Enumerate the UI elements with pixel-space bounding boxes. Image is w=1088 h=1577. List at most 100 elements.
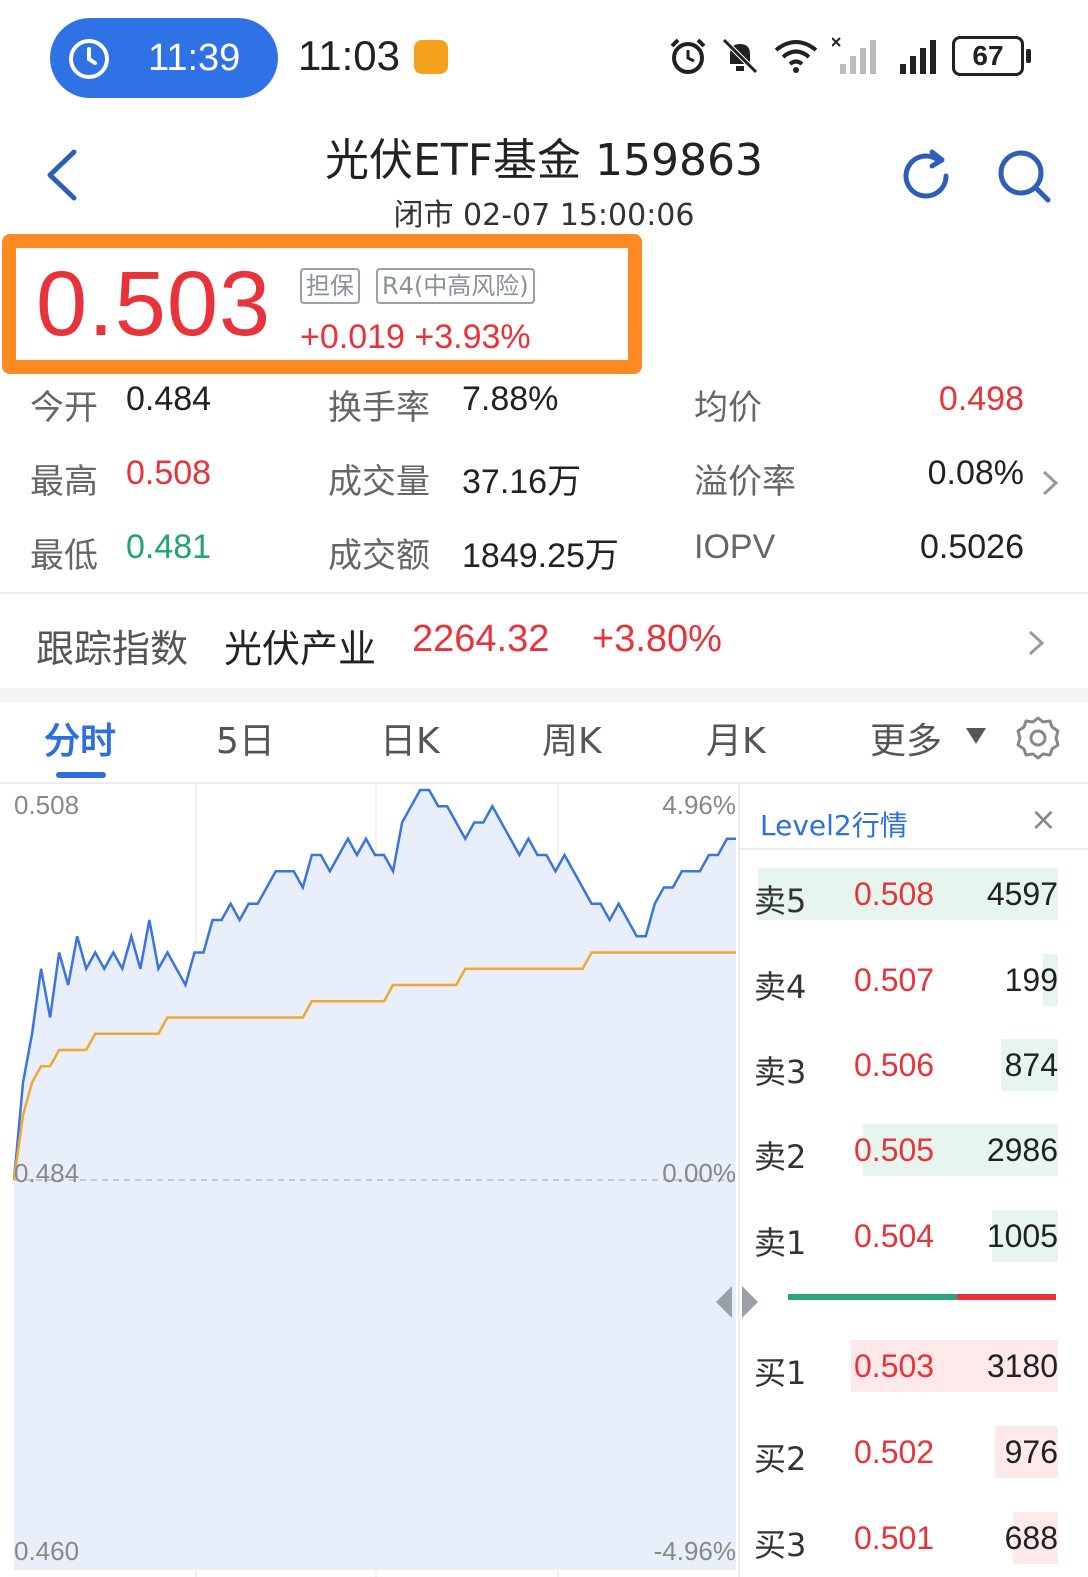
call-timer-pill[interactable]: 11:39 bbox=[50, 18, 278, 98]
ask-price: 0.505 bbox=[854, 1132, 935, 1168]
ask-row[interactable]: 卖5 0.508 4597 bbox=[740, 868, 1088, 920]
turnover-label: 换手率 bbox=[328, 389, 430, 427]
status-bar: 11:39 11:03 67 bbox=[0, 0, 1088, 115]
signal-icon bbox=[832, 37, 876, 74]
bid-row[interactable]: 买3 0.501 688 bbox=[740, 1512, 1088, 1564]
bid-label: 买3 bbox=[754, 1526, 807, 1564]
y-axis-right-mid-label: 0.00% bbox=[662, 1158, 736, 1188]
tab-intraday[interactable]: 分时 bbox=[44, 712, 116, 764]
intraday-chart[interactable]: 0.508 0.484 0.460 4.96% 0.00% -4.96% bbox=[0, 784, 740, 1577]
status-icons: 67 bbox=[668, 36, 1031, 76]
change-percent: +3.93% bbox=[414, 318, 531, 356]
ask-volume: 4597 bbox=[986, 876, 1058, 912]
intraday-chart-svg bbox=[12, 784, 736, 1577]
signal-4g-icon bbox=[900, 40, 936, 74]
chevron-right-icon[interactable] bbox=[1026, 628, 1046, 658]
order-book-panel: Level2行情 × 卖5 0.508 4597 卖4 0.507 199 卖3… bbox=[716, 784, 1088, 1577]
bid-volume: 688 bbox=[1004, 1520, 1058, 1556]
sell-ratio-segment bbox=[956, 1294, 1056, 1300]
open-label: 今开 bbox=[30, 389, 98, 427]
caret-down-icon[interactable] bbox=[964, 726, 988, 746]
search-icon[interactable] bbox=[994, 146, 1054, 206]
risk-level-tag[interactable]: R4(中高风险) bbox=[376, 268, 535, 304]
volume-value: 37.16万 bbox=[462, 463, 582, 501]
ask-price: 0.507 bbox=[854, 962, 935, 998]
iopv-value: 0.5026 bbox=[920, 528, 1024, 566]
timer-icon bbox=[69, 39, 109, 79]
wifi-icon bbox=[774, 40, 818, 73]
app-notification-icon bbox=[414, 40, 448, 74]
ask-label: 卖2 bbox=[754, 1138, 807, 1176]
bid-price: 0.502 bbox=[854, 1434, 935, 1470]
last-price: 0.503 bbox=[36, 253, 272, 355]
tracking-label: 跟踪指数 bbox=[36, 627, 189, 671]
pill-time: 11:39 bbox=[148, 36, 241, 79]
avg-value: 0.498 bbox=[938, 380, 1024, 418]
tracking-pct: +3.80% bbox=[592, 618, 722, 660]
premium-value: 0.08% bbox=[927, 454, 1024, 492]
refresh-icon[interactable] bbox=[896, 146, 956, 206]
tracking-name: 光伏产业 bbox=[224, 627, 377, 671]
high-value: 0.508 bbox=[126, 454, 212, 492]
bid-label: 买1 bbox=[754, 1354, 807, 1392]
divider bbox=[740, 848, 1088, 850]
mute-icon bbox=[722, 38, 758, 74]
bid-row[interactable]: 买1 0.503 3180 bbox=[740, 1340, 1088, 1392]
premium-label: 溢价率 bbox=[694, 463, 796, 501]
avg-label: 均价 bbox=[694, 389, 762, 427]
tab-more[interactable]: 更多 bbox=[870, 712, 942, 764]
panel-toggle-icon[interactable] bbox=[712, 1284, 762, 1320]
ask-label: 卖4 bbox=[754, 968, 807, 1006]
low-label: 最低 bbox=[30, 537, 98, 575]
ask-label: 卖5 bbox=[754, 882, 807, 920]
price-highlight-box: 0.503 担保 R4(中高风险) +0.019 +3.93% bbox=[2, 234, 642, 374]
ask-label: 卖1 bbox=[754, 1224, 807, 1262]
ask-row[interactable]: 卖2 0.505 2986 bbox=[740, 1124, 1088, 1176]
ask-row[interactable]: 卖1 0.504 1005 bbox=[740, 1210, 1088, 1262]
tab-monthly-k[interactable]: 月K bbox=[706, 712, 766, 764]
collateral-tag: 担保 bbox=[300, 268, 360, 304]
ask-price: 0.508 bbox=[854, 876, 935, 912]
quote-panel: 今开 0.484 换手率 7.88% 均价 0.498 最高 0.508 成交量… bbox=[0, 370, 1088, 590]
bid-row[interactable]: 买2 0.502 976 bbox=[740, 1426, 1088, 1478]
ask-price: 0.506 bbox=[854, 1047, 935, 1083]
open-value: 0.484 bbox=[126, 380, 212, 418]
tab-daily-k[interactable]: 日K bbox=[380, 712, 440, 764]
gear-icon[interactable] bbox=[1014, 714, 1062, 762]
tab-5day[interactable]: 5日 bbox=[216, 712, 275, 764]
amount-label: 成交额 bbox=[328, 537, 430, 575]
y-axis-bottom-label: 0.460 bbox=[14, 1536, 80, 1566]
ask-volume: 1005 bbox=[986, 1218, 1058, 1254]
amount-value: 1849.25万 bbox=[462, 537, 619, 575]
close-icon[interactable]: × bbox=[1030, 800, 1057, 838]
change-amount: +0.019 bbox=[300, 318, 405, 356]
order-book-title: Level2行情 bbox=[760, 809, 908, 842]
turnover-value: 7.88% bbox=[462, 380, 559, 418]
system-time: 11:03 bbox=[298, 32, 400, 79]
chart-period-tabs: 分时 5日 日K 周K 月K 更多 bbox=[0, 692, 1088, 784]
active-tab-indicator bbox=[56, 772, 106, 778]
buy-sell-ratio-bar bbox=[788, 1294, 1056, 1300]
buy-ratio-segment bbox=[788, 1294, 957, 1300]
battery-icon: 67 bbox=[952, 36, 1031, 76]
ask-price: 0.504 bbox=[854, 1218, 935, 1254]
volume-label: 成交量 bbox=[328, 463, 430, 501]
ask-row[interactable]: 卖3 0.506 874 bbox=[740, 1039, 1088, 1091]
tracking-value: 2264.32 bbox=[412, 618, 550, 660]
price-change: +0.019 +3.93% bbox=[300, 318, 531, 357]
bid-volume: 976 bbox=[1004, 1434, 1058, 1470]
alarm-icon bbox=[670, 38, 706, 74]
ask-volume: 199 bbox=[1004, 962, 1058, 998]
price-area-fill bbox=[14, 790, 736, 1570]
bid-label: 买2 bbox=[754, 1440, 807, 1478]
bid-price: 0.501 bbox=[854, 1520, 935, 1556]
ask-volume: 874 bbox=[1004, 1047, 1058, 1083]
y-axis-top-label: 0.508 bbox=[14, 790, 80, 820]
tracking-index-row[interactable]: 跟踪指数 光伏产业 2264.32 +3.80% bbox=[0, 594, 1088, 690]
y-axis-mid-label: 0.484 bbox=[14, 1158, 80, 1188]
iopv-label: IOPV bbox=[694, 528, 776, 566]
tab-weekly-k[interactable]: 周K bbox=[542, 712, 602, 764]
chevron-right-icon[interactable] bbox=[1040, 468, 1060, 498]
ask-row[interactable]: 卖4 0.507 199 bbox=[740, 954, 1088, 1006]
bid-price: 0.503 bbox=[854, 1348, 935, 1384]
